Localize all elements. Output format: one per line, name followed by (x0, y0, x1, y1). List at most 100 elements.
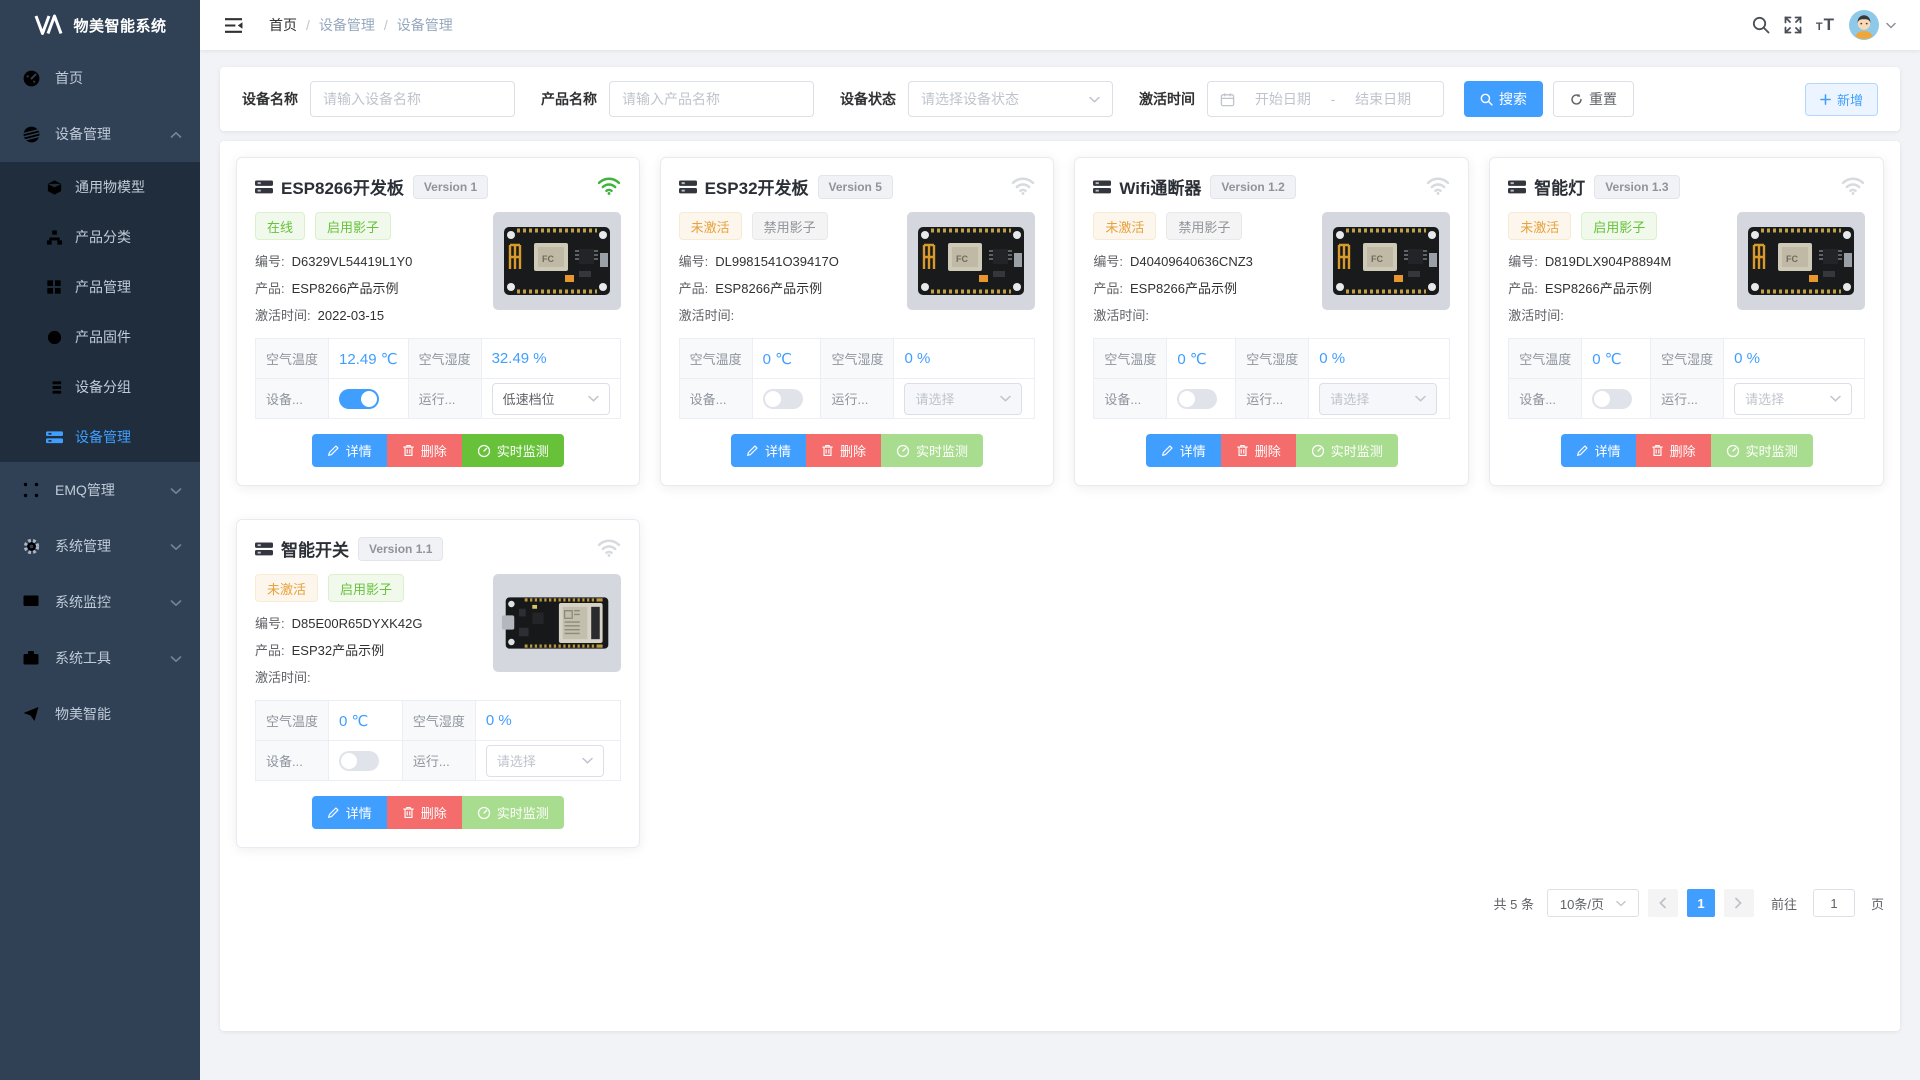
sidebar-item-brand[interactable]: 物美智能 (0, 686, 200, 742)
device-switch-toggle[interactable] (1592, 389, 1632, 409)
detail-button[interactable]: 详情 (312, 796, 387, 829)
sidebar-item-system-tools[interactable]: 系统工具 (0, 630, 200, 686)
sidebar-item-label: 系统工具 (55, 648, 111, 668)
card-actions: 详情 删除 实时监测 (1093, 434, 1450, 467)
realtime-monitor-button[interactable]: 实时监测 (462, 796, 564, 829)
sidebar-item-product-category[interactable]: 产品分类 (0, 212, 200, 262)
device-info: 未激活 禁用影子 编号:DL9981541O39417O 产品:ESP8266产… (679, 212, 898, 324)
sitemap-icon (45, 228, 63, 246)
fullscreen-icon[interactable] (1784, 16, 1802, 34)
sidebar-item-product-firmware[interactable]: 产品固件 (0, 312, 200, 362)
delete-button-label: 删除 (421, 441, 447, 460)
run-mode-select[interactable]: 请选择 (486, 745, 604, 777)
goto-page-input[interactable] (1813, 889, 1855, 917)
detail-button[interactable]: 详情 (1561, 434, 1636, 467)
serial-value: D6329VL54419L1Y0 (292, 254, 413, 269)
realtime-monitor-button[interactable]: 实时监测 (1296, 434, 1398, 467)
reset-button[interactable]: 重置 (1553, 81, 1634, 117)
device-info: 未激活 启用影子 编号:D85E00R65DYXK42G 产品:ESP32产品示… (255, 574, 483, 686)
date-end-placeholder[interactable]: 结束日期 (1335, 89, 1431, 109)
user-avatar[interactable] (1849, 10, 1879, 40)
svg-text:FC: FC (1786, 254, 1798, 264)
status-badge: 在线 (255, 212, 305, 240)
sidebar-item-thing-model[interactable]: 通用物模型 (0, 162, 200, 212)
version-badge: Version 5 (818, 175, 893, 199)
status-tags: 未激活 启用影子 (1508, 212, 1727, 240)
run-mode-label: 运行... (402, 741, 475, 781)
delete-button[interactable]: 删除 (387, 434, 462, 467)
next-page-button[interactable] (1724, 889, 1754, 917)
activation-time-label: 激活时间 (1139, 89, 1195, 109)
font-size-icon[interactable]: TT (1816, 15, 1835, 35)
activation-line: 激活时间: (1093, 305, 1312, 324)
run-mode-select[interactable]: 请选择 (1319, 383, 1437, 415)
sidebar-item-system-monitor[interactable]: 系统监控 (0, 574, 200, 630)
chevron-down-icon (170, 594, 182, 610)
detail-button[interactable]: 详情 (1146, 434, 1221, 467)
monitor-icon (21, 592, 41, 612)
device-card-header: ESP32开发板 Version 5 (679, 174, 1036, 199)
run-mode-select[interactable]: 请选择 (904, 383, 1022, 415)
realtime-monitor-button[interactable]: 实时监测 (462, 434, 564, 467)
device-card-header: ESP8266开发板 Version 1 (255, 174, 621, 199)
font-size-big-t: T (1824, 15, 1835, 34)
sidebar-collapse-icon[interactable] (224, 17, 243, 34)
humidity-value: 32.49 % (481, 339, 620, 379)
sidebar-item-system-management[interactable]: 系统管理 (0, 518, 200, 574)
breadcrumb-home[interactable]: 首页 (269, 15, 297, 35)
device-switch-toggle[interactable] (339, 389, 379, 409)
device-switch-toggle[interactable] (1177, 389, 1217, 409)
product-name-input[interactable] (622, 91, 801, 107)
detail-button-label: 详情 (346, 803, 372, 822)
version-badge: Version 1 (413, 175, 488, 199)
delete-button-label: 删除 (840, 441, 866, 460)
device-icon (1093, 180, 1111, 194)
delete-button[interactable]: 删除 (806, 434, 881, 467)
page-size-select[interactable]: 10条/页 (1547, 889, 1639, 917)
search-icon[interactable] (1752, 16, 1770, 34)
run-mode-select[interactable]: 请选择 (1734, 383, 1852, 415)
run-mode-select[interactable]: 低速档位 (492, 383, 610, 415)
sidebar-item-emq[interactable]: EMQ管理 (0, 462, 200, 518)
device-name-input[interactable] (323, 91, 502, 107)
device-name-input-wrap (310, 81, 515, 117)
sidebar-item-label: 设备分组 (75, 377, 131, 397)
user-menu[interactable] (1849, 10, 1896, 40)
device-switch-toggle[interactable] (763, 389, 803, 409)
activation-label: 激活时间: (1093, 308, 1149, 323)
device-status-select[interactable]: 请选择设备状态 (908, 81, 1113, 117)
detail-button[interactable]: 详情 (731, 434, 806, 467)
sidebar-item-label: 系统监控 (55, 592, 111, 612)
cube-icon (45, 178, 63, 196)
sidebar-item-device-list-active[interactable]: 设备管理 (0, 412, 200, 462)
device-switch-toggle[interactable] (339, 751, 379, 771)
date-start-placeholder[interactable]: 开始日期 (1235, 89, 1331, 109)
shadow-badge: 启用影子 (1581, 212, 1657, 240)
chevron-down-icon (1830, 395, 1841, 402)
sidebar-item-product-management[interactable]: 产品管理 (0, 262, 200, 312)
trash-icon (402, 806, 415, 819)
sidebar-item-label: EMQ管理 (55, 480, 115, 500)
realtime-monitor-button[interactable]: 实时监测 (1711, 434, 1813, 467)
detail-button-label: 详情 (765, 441, 791, 460)
card-actions: 详情 删除 实时监测 (255, 434, 621, 467)
date-range-picker[interactable]: 开始日期 - 结束日期 (1207, 81, 1444, 117)
delete-button[interactable]: 删除 (1221, 434, 1296, 467)
page-number-current[interactable]: 1 (1687, 889, 1715, 917)
sidebar-item-home[interactable]: 首页 (0, 50, 200, 106)
detail-button[interactable]: 详情 (312, 434, 387, 467)
chevron-left-icon (1658, 897, 1667, 909)
add-device-button[interactable]: 新增 (1805, 83, 1878, 116)
sidebar-item-device-group[interactable]: 设备分组 (0, 362, 200, 412)
sidebar-item-label: 设备管理 (75, 427, 131, 447)
activation-line: 激活时间: (679, 305, 898, 324)
search-button[interactable]: 搜索 (1464, 81, 1543, 117)
delete-button[interactable]: 删除 (387, 796, 462, 829)
realtime-monitor-button[interactable]: 实时监测 (881, 434, 983, 467)
humidity-label: 空气湿度 (1236, 339, 1309, 379)
serial-line: 编号:D819DLX904P8894M (1508, 251, 1727, 270)
delete-button[interactable]: 删除 (1636, 434, 1711, 467)
sidebar-item-device-management[interactable]: 设备管理 (0, 106, 200, 162)
prev-page-button[interactable] (1648, 889, 1678, 917)
telemetry-table: 空气温度 12.49 ℃ 空气湿度 32.49 % 设备... 运行... 低速… (255, 338, 621, 419)
